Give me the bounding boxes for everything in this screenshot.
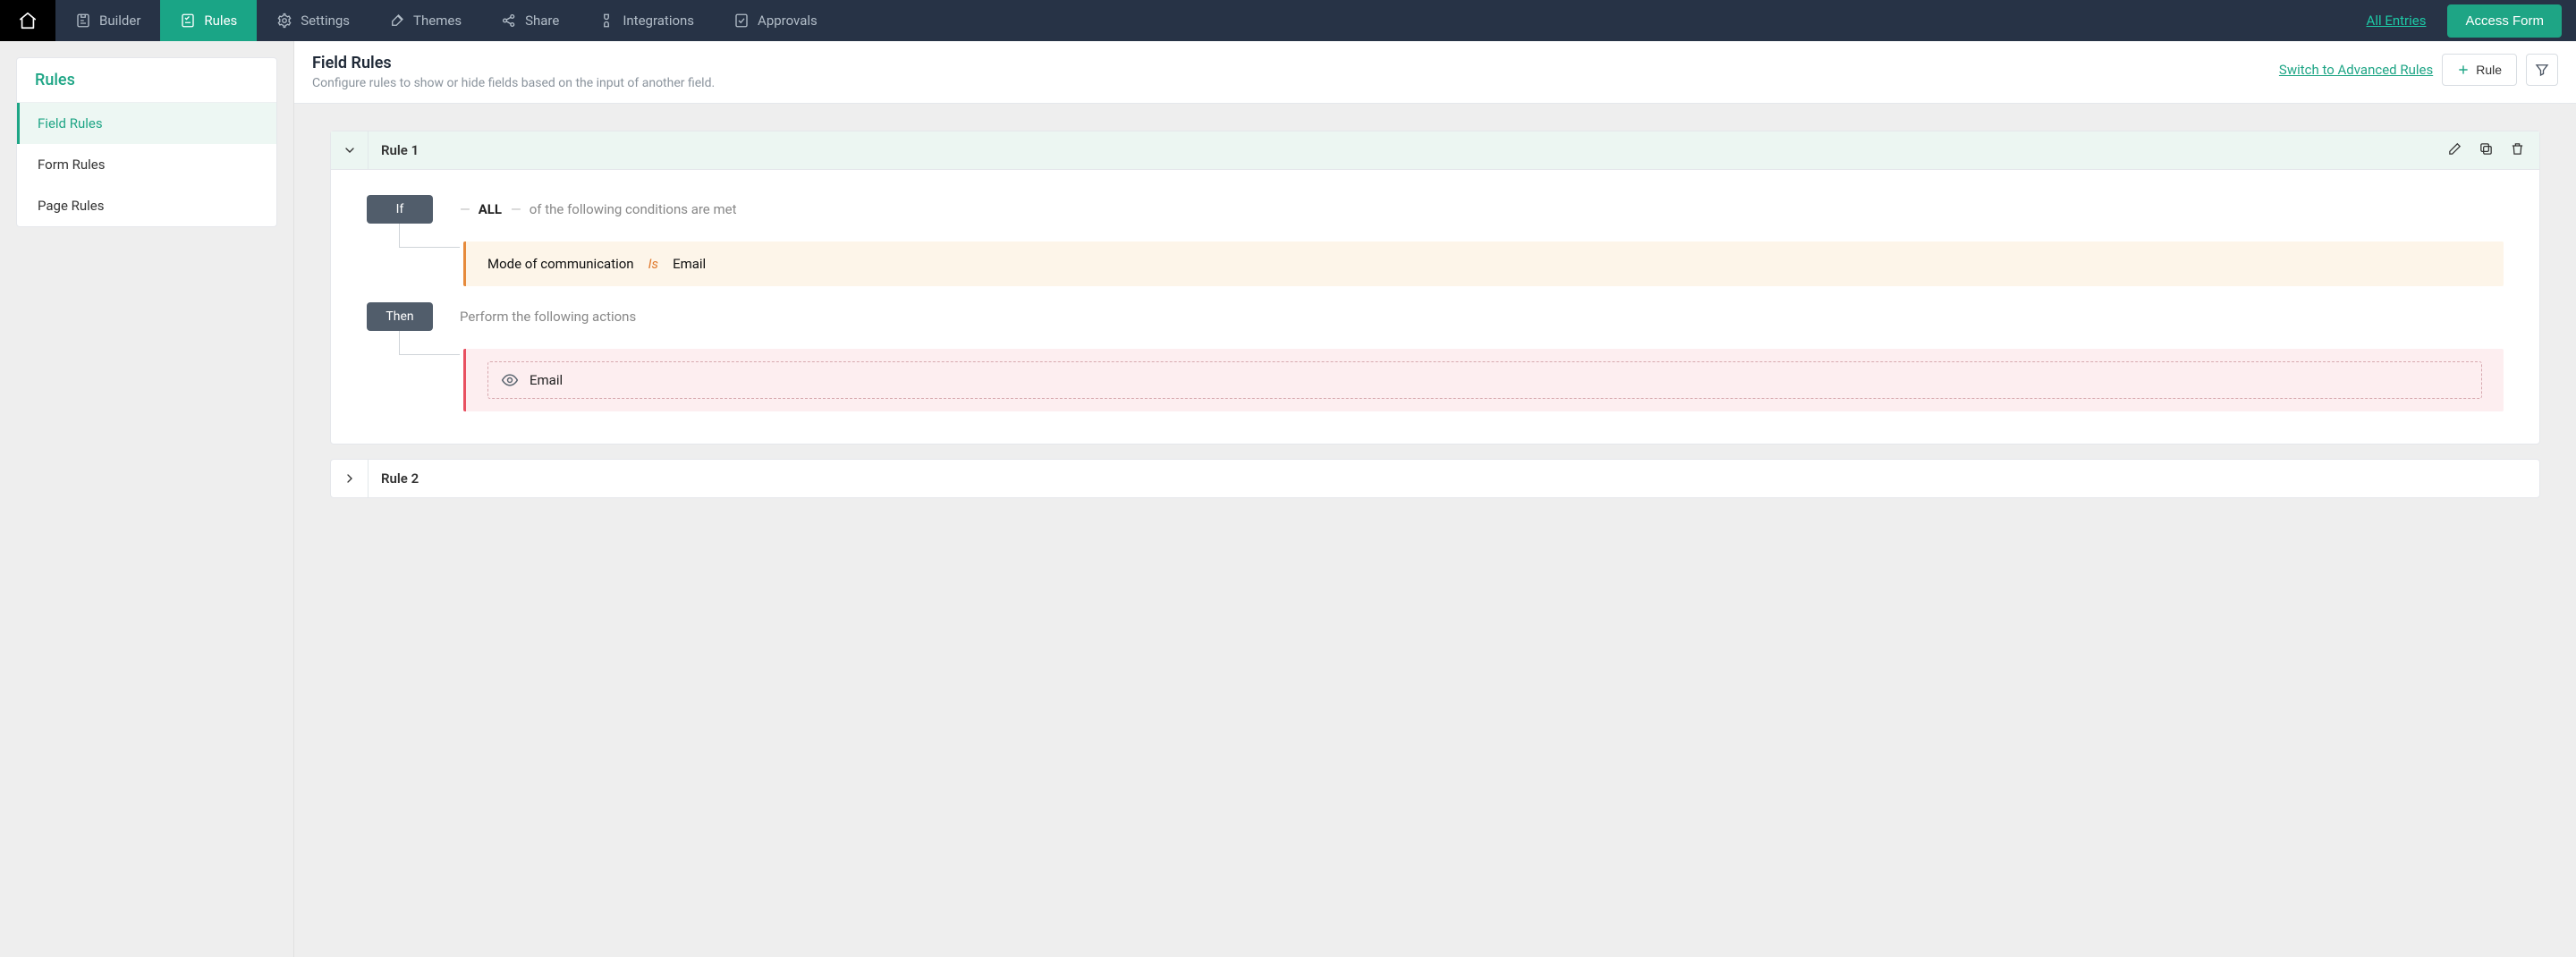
connector-line <box>367 331 433 377</box>
nav-item-approvals[interactable]: Approvals <box>714 0 837 41</box>
nav-label: Settings <box>301 13 350 29</box>
action-label: Email <box>530 372 563 388</box>
duplicate-rule-button[interactable] <box>2479 141 2494 160</box>
copy-icon <box>2479 141 2494 157</box>
rule-title: Rule 2 <box>369 460 431 497</box>
condition-block: Mode of communication Is Email <box>463 241 2504 286</box>
trash-icon <box>2510 141 2525 157</box>
nav-label: Share <box>525 13 559 29</box>
rule-head: Rule 1 <box>331 131 2539 170</box>
rule-toggle[interactable] <box>331 460 369 497</box>
sidebar: Rules Field Rules Form Rules Page Rules <box>16 57 277 227</box>
nav-item-settings[interactable]: Settings <box>257 0 369 41</box>
then-content: Perform the following actions <box>460 302 2504 331</box>
action-block: Email <box>463 349 2504 411</box>
content: Field Rules Configure rules to show or h… <box>293 41 2576 957</box>
delete-rule-button[interactable] <box>2510 141 2525 160</box>
themes-icon <box>389 13 405 29</box>
chevron-down-icon <box>343 143 357 157</box>
dash-icon: — <box>511 201 521 217</box>
sidebar-item-field-rules[interactable]: Field Rules <box>17 103 276 144</box>
home-icon <box>18 11 38 30</box>
if-row: If — ALL — of the following conditions a… <box>367 195 2504 224</box>
nav-label: Integrations <box>623 13 694 29</box>
rule-body: If — ALL — of the following conditions a… <box>331 170 2539 444</box>
dash-icon: — <box>460 201 470 217</box>
sidebar-item-form-rules[interactable]: Form Rules <box>17 144 276 185</box>
eye-icon <box>501 371 519 389</box>
sidebar-item-label: Field Rules <box>38 115 103 131</box>
nav-label: Themes <box>413 13 462 29</box>
rule-toggle[interactable] <box>331 131 369 169</box>
if-content: — ALL — of the following conditions are … <box>460 195 2504 224</box>
quantifier: ALL <box>479 201 502 217</box>
action-row: Email <box>367 331 2504 411</box>
action-chip: Email <box>487 361 2482 399</box>
sidebar-title: Rules <box>17 58 276 103</box>
all-entries-link[interactable]: All Entries <box>2367 13 2427 29</box>
rule-title: Rule 1 <box>369 131 431 169</box>
condition-row: Mode of communication Is Email <box>367 224 2504 286</box>
page-subtitle: Configure rules to show or hide fields b… <box>312 76 715 90</box>
if-badge: If <box>367 195 433 224</box>
then-heading: Perform the following actions <box>460 309 636 325</box>
then-badge: Then <box>367 302 433 331</box>
settings-icon <box>276 13 292 29</box>
nav-items: Builder Rules Settings Themes Share Inte… <box>55 0 837 41</box>
condition-field: Mode of communication <box>487 256 634 272</box>
top-navbar: Builder Rules Settings Themes Share Inte… <box>0 0 2576 41</box>
chevron-right-icon <box>343 471 357 486</box>
nav-item-integrations[interactable]: Integrations <box>579 0 714 41</box>
rules-icon <box>180 13 196 29</box>
sidebar-item-label: Form Rules <box>38 157 106 173</box>
plus-icon <box>2457 64 2470 76</box>
content-header: Field Rules Configure rules to show or h… <box>294 41 2576 104</box>
rule-card: Rule 2 <box>330 459 2540 498</box>
sidebar-wrap: Rules Field Rules Form Rules Page Rules <box>0 41 293 957</box>
nav-label: Builder <box>99 13 140 29</box>
condition-operator: Is <box>648 256 658 272</box>
add-rule-label: Rule <box>2476 63 2502 77</box>
rule-card: Rule 1 <box>330 131 2540 445</box>
nav-item-themes[interactable]: Themes <box>369 0 481 41</box>
edit-rule-button[interactable] <box>2447 141 2462 160</box>
header-actions: Switch to Advanced Rules Rule <box>2279 54 2558 86</box>
page-title: Field Rules <box>312 54 715 72</box>
nav-right: All Entries Access Form <box>2367 0 2576 41</box>
condition-value: Email <box>673 256 706 272</box>
switch-advanced-link[interactable]: Switch to Advanced Rules <box>2279 62 2433 78</box>
condition-summary: — ALL — of the following conditions are … <box>460 195 2504 224</box>
page: Rules Field Rules Form Rules Page Rules … <box>0 41 2576 957</box>
connector-col <box>367 224 433 286</box>
approvals-icon <box>733 13 750 29</box>
connector-col <box>367 331 433 411</box>
nav-item-share[interactable]: Share <box>481 0 579 41</box>
sidebar-item-label: Page Rules <box>38 198 105 214</box>
connector-line <box>367 224 433 270</box>
sidebar-item-page-rules[interactable]: Page Rules <box>17 185 276 226</box>
filter-button[interactable] <box>2526 54 2558 86</box>
then-row: Then Perform the following actions <box>367 302 2504 331</box>
share-icon <box>501 13 517 29</box>
nav-label: Approvals <box>758 13 818 29</box>
rules-area: Rule 1 <box>294 104 2576 539</box>
builder-icon <box>75 13 91 29</box>
header-titles: Field Rules Configure rules to show or h… <box>312 54 715 90</box>
access-form-button[interactable]: Access Form <box>2447 4 2562 38</box>
add-rule-button[interactable]: Rule <box>2442 54 2517 86</box>
then-heading-line: Perform the following actions <box>460 302 2504 331</box>
filter-icon <box>2534 62 2550 78</box>
rule-head: Rule 2 <box>331 460 2539 497</box>
integrations-icon <box>598 13 614 29</box>
nav-label: Rules <box>204 13 237 29</box>
nav-item-rules[interactable]: Rules <box>160 0 257 41</box>
rule-head-actions <box>2447 141 2539 160</box>
home-button[interactable] <box>0 0 55 41</box>
pencil-icon <box>2447 141 2462 157</box>
quantifier-suffix: of the following conditions are met <box>530 201 737 217</box>
nav-item-builder[interactable]: Builder <box>55 0 160 41</box>
